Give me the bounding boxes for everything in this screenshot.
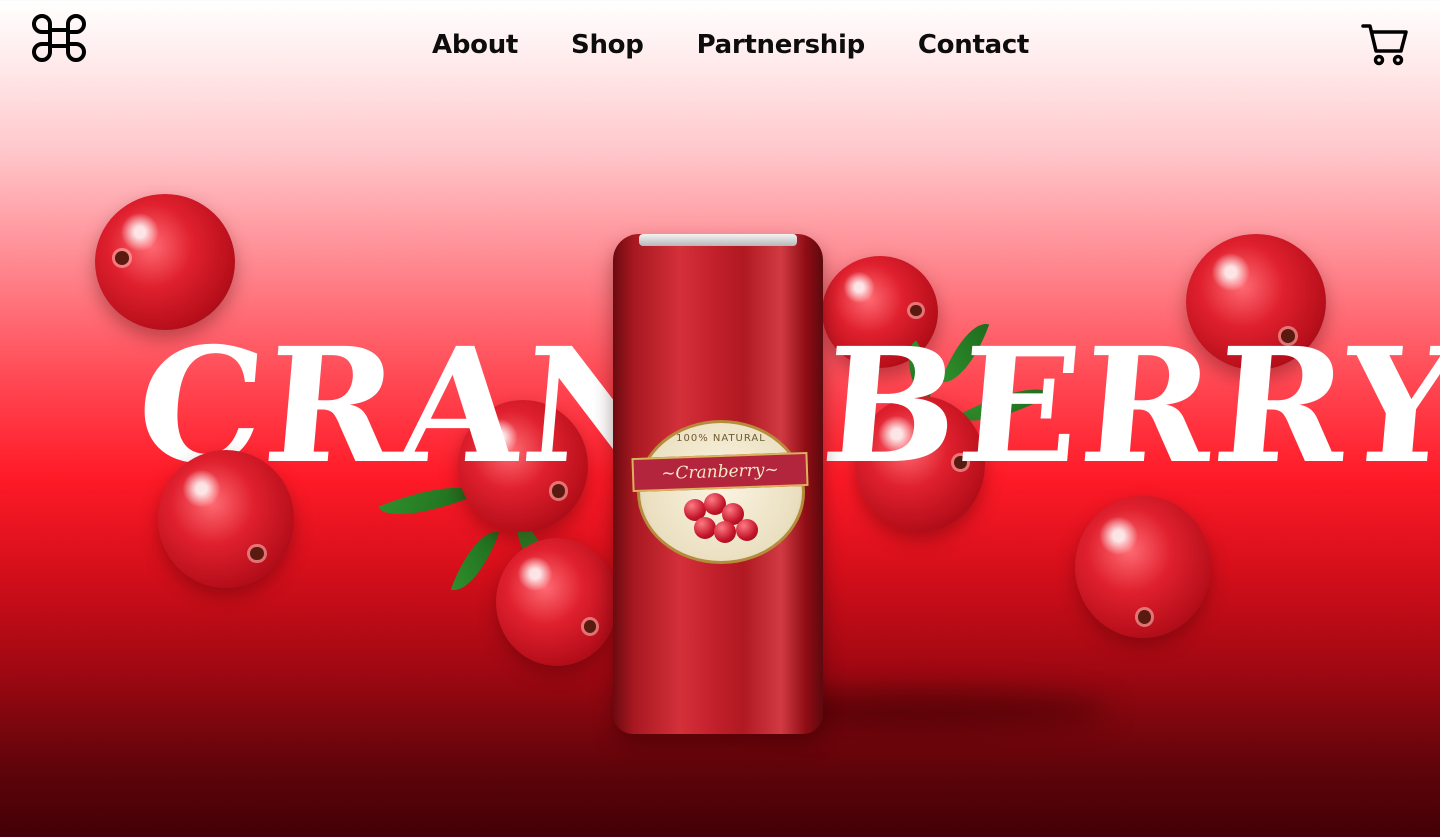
shopping-cart-icon[interactable]	[1361, 22, 1409, 66]
main-menu: About Shop Partnership Contact	[432, 30, 1029, 60]
label-product-name: ~Cranberry~	[660, 459, 780, 485]
cranberry-image	[1075, 496, 1211, 638]
nav-link-contact[interactable]: Contact	[918, 30, 1029, 60]
top-navigation: About Shop Partnership Contact	[0, 0, 1440, 100]
command-key-icon[interactable]	[30, 12, 88, 64]
label-natural-text: 100% NATURAL	[676, 433, 766, 444]
label-berry-icon	[714, 521, 736, 543]
cranberry-image	[496, 538, 618, 666]
label-berry-icon	[694, 517, 716, 539]
product-can: 100% NATURAL ~Cranberry~	[613, 234, 823, 734]
can-lid	[639, 234, 797, 246]
label-berry-icon	[736, 519, 758, 541]
cranberry-image	[158, 450, 294, 588]
nav-link-partnership[interactable]: Partnership	[697, 30, 866, 60]
leaf-image	[450, 523, 500, 599]
headline-right: BERRY	[815, 314, 1440, 499]
can-label: 100% NATURAL ~Cranberry~	[631, 420, 809, 564]
nav-link-about[interactable]: About	[432, 30, 518, 60]
cranberry-image	[95, 194, 235, 330]
nav-link-shop[interactable]: Shop	[571, 30, 644, 60]
label-banner: ~Cranberry~	[631, 451, 809, 493]
